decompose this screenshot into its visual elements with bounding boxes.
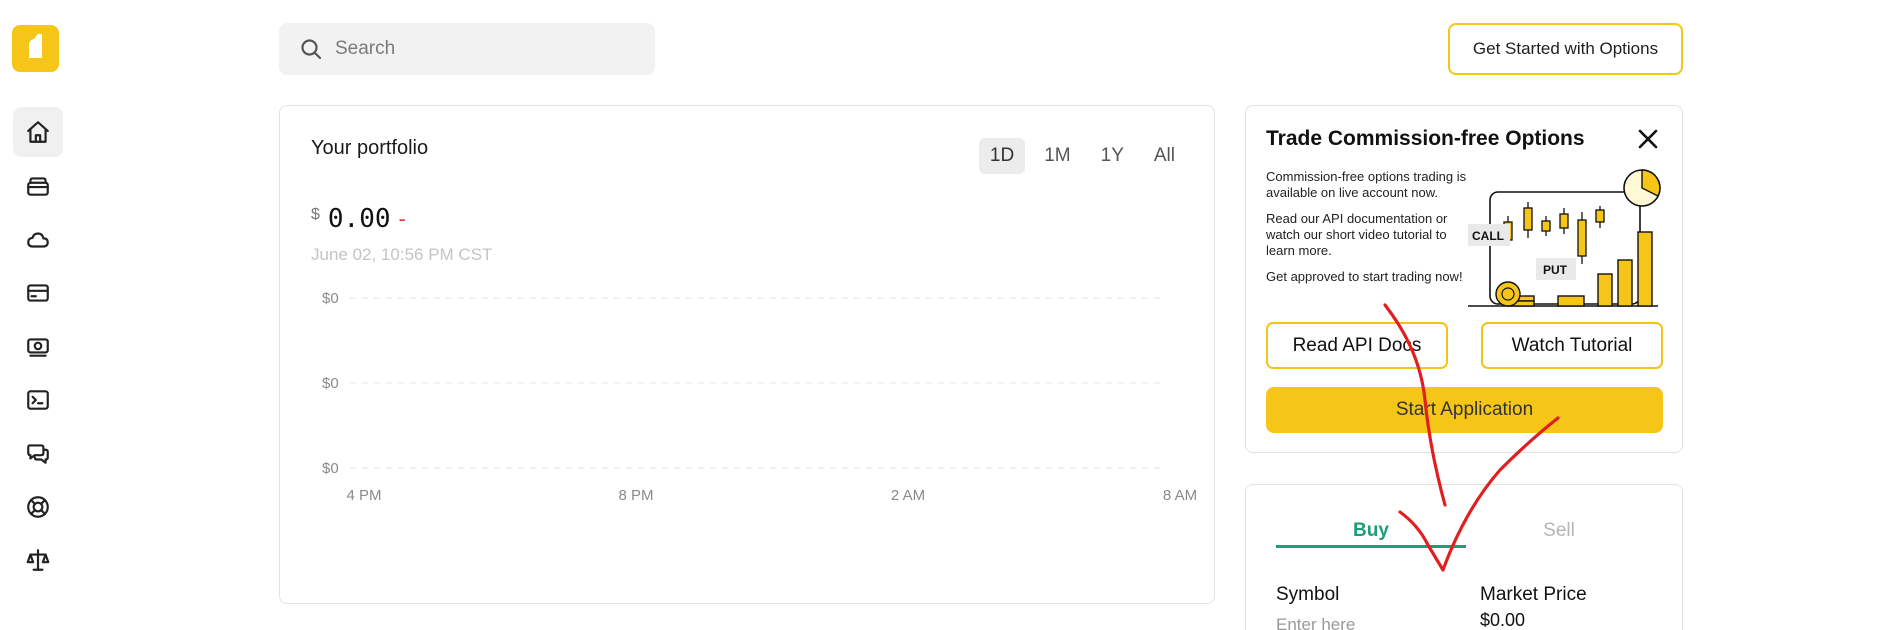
sidebar-item-home[interactable] [13, 107, 63, 157]
y-tick-label: $0 [322, 290, 339, 307]
sidebar-item-cash[interactable] [13, 322, 63, 372]
active-tab-indicator [1276, 545, 1466, 548]
start-application-button[interactable]: Start Application [1266, 387, 1663, 433]
range-tab-1y[interactable]: 1Y [1090, 138, 1135, 174]
search-icon [301, 39, 322, 60]
x-tick-label: 2 AM [891, 487, 925, 504]
scale-icon [26, 549, 50, 571]
balance-timestamp: June 02, 10:56 PM CST [311, 245, 493, 264]
symbol-label: Symbol [1276, 584, 1340, 605]
x-tick-label: 4 PM [346, 487, 381, 504]
balance-amount: 0.00 [327, 204, 391, 234]
cash-icon [27, 338, 49, 357]
sidebar-item-terminal[interactable] [13, 375, 63, 425]
sell-tab[interactable]: Sell [1464, 515, 1654, 547]
sidebar-item-support[interactable] [13, 482, 63, 532]
market-price-label: Market Price [1480, 584, 1587, 605]
trade-card: Buy Sell Symbol Market Price $0.00 [1245, 484, 1683, 630]
y-tick-label: $0 [322, 375, 339, 392]
logo[interactable] [12, 25, 59, 72]
watch-tutorial-button[interactable]: Watch Tutorial [1481, 322, 1663, 369]
y-tick-label: $0 [322, 460, 339, 477]
promo-text-docs: Read our API documentation or watch our … [1266, 211, 1448, 258]
x-tick-label: 8 PM [618, 487, 653, 504]
read-api-docs-button[interactable]: Read API Docs [1266, 322, 1448, 369]
options-promo-card: Trade Commission-free Options Commission… [1245, 105, 1683, 453]
range-tab-all[interactable]: All [1143, 138, 1186, 174]
cloud-icon [27, 232, 49, 248]
support-icon [27, 496, 49, 518]
symbol-input[interactable] [1276, 615, 1456, 630]
search-input[interactable] [335, 38, 635, 60]
sidebar-item-wallet[interactable] [13, 161, 63, 211]
sidebar-item-legal[interactable] [13, 535, 63, 585]
put-label: PUT [1543, 263, 1568, 277]
sidebar-item-card[interactable] [13, 268, 63, 318]
sidebar-item-chat[interactable] [13, 428, 63, 478]
app-root: Get Started with Options Your portfolio … [0, 0, 1902, 630]
portfolio-chart: $0 $0 $0 4 PM 8 PM 2 AM 8 AM [322, 290, 1197, 504]
buy-tab[interactable]: Buy [1276, 515, 1466, 547]
promo-text-availability: Commission-free options trading is avail… [1266, 169, 1467, 200]
range-tabs: 1D 1M 1Y All [978, 138, 1186, 174]
home-icon [27, 121, 49, 143]
balance-change: - [398, 206, 406, 231]
logo-mark-icon [29, 34, 42, 58]
currency-symbol: $ [311, 206, 320, 223]
range-tab-1d[interactable]: 1D [978, 138, 1026, 174]
range-tab-1m[interactable]: 1M [1033, 138, 1081, 174]
options-illustration: CALL PUT [1468, 169, 1661, 307]
terminal-icon [27, 390, 49, 410]
promo-title: Trade Commission-free Options [1266, 127, 1585, 150]
close-promo-button[interactable] [1634, 125, 1662, 153]
wallet-icon [27, 177, 49, 196]
sidebar-item-cloud[interactable] [13, 215, 63, 265]
portfolio-title: Your portfolio [311, 137, 429, 159]
market-price-value: $0.00 [1480, 610, 1526, 630]
card-icon [27, 284, 49, 302]
chat-icon [27, 444, 49, 464]
close-icon [1638, 129, 1658, 149]
portfolio-balance: $ 0.00 - [311, 204, 406, 234]
get-started-options-button[interactable]: Get Started with Options [1448, 23, 1683, 75]
search-bar[interactable] [279, 23, 655, 75]
promo-text-approval: Get approved to start trading now! [1266, 269, 1463, 284]
portfolio-card: Your portfolio 1D 1M 1Y All $ 0.00 - Jun… [279, 105, 1215, 604]
call-label: CALL [1472, 229, 1504, 243]
x-tick-label: 8 AM [1163, 487, 1197, 504]
